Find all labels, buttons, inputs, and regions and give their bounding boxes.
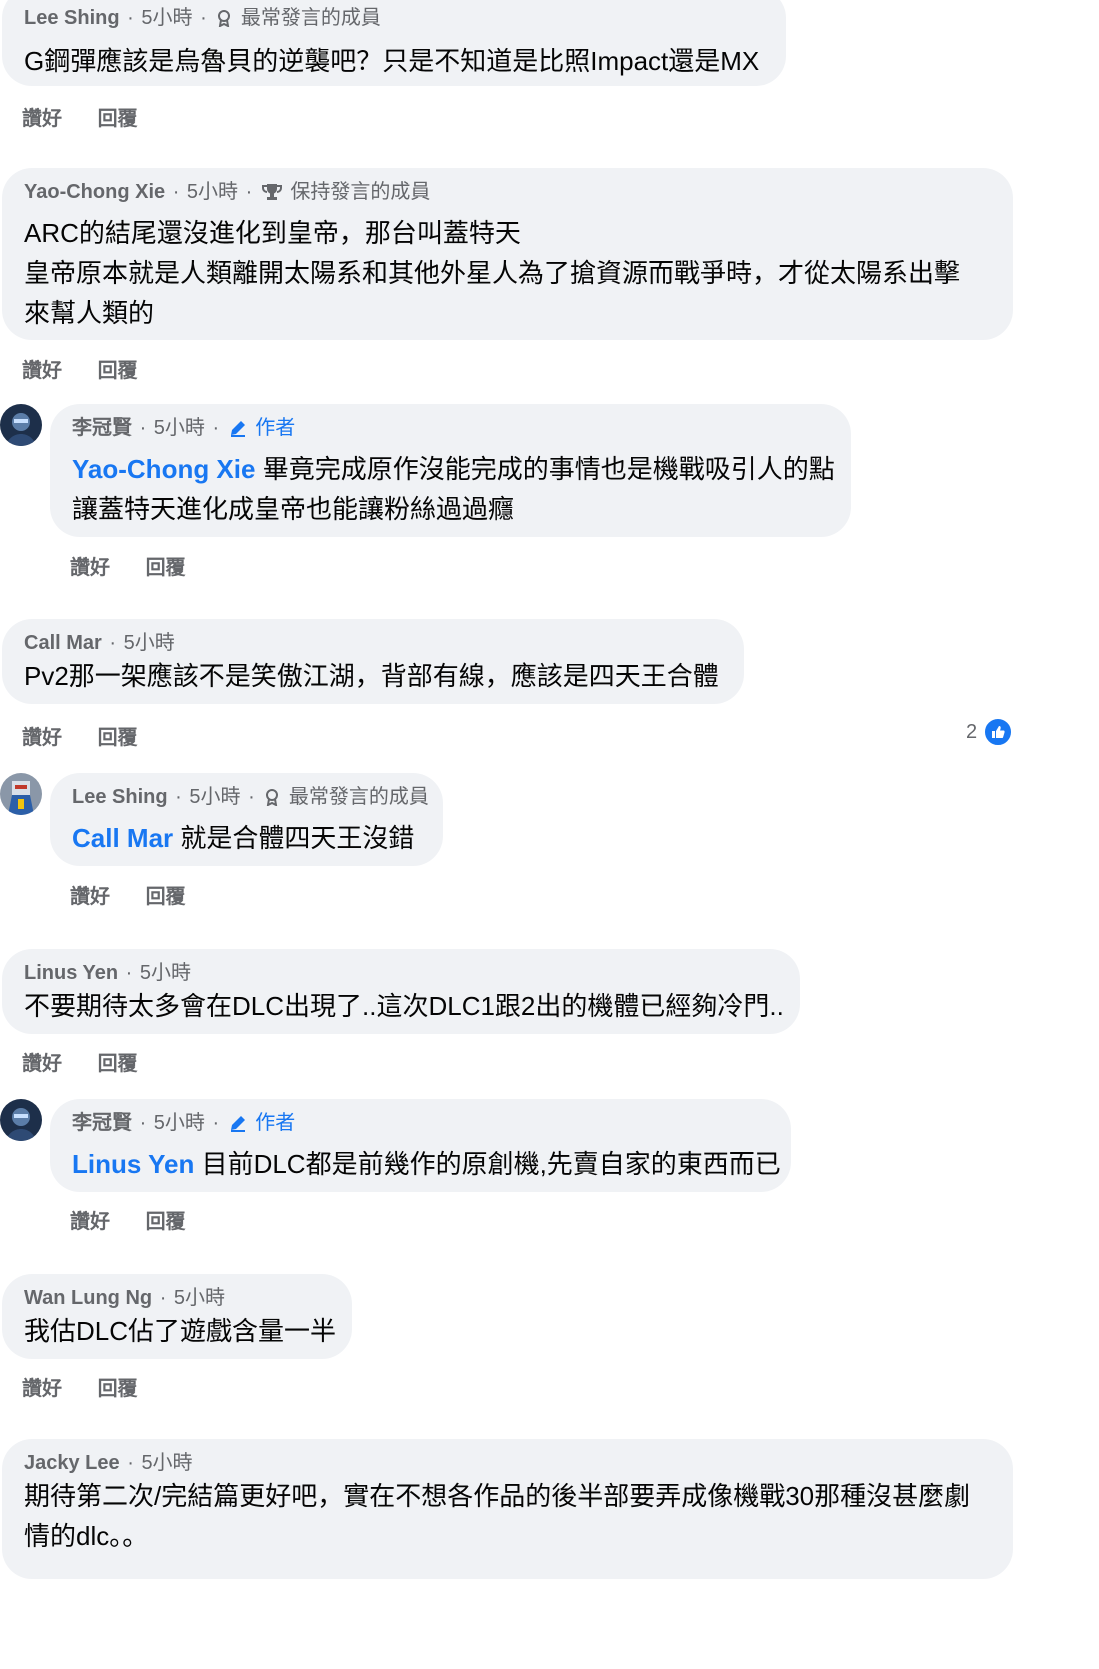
commenter-name[interactable]: Lee Shing — [72, 786, 168, 808]
pencil-icon — [229, 1114, 247, 1138]
comment-text: Pv2那一架應該不是笑傲江湖，背部有線，應該是四天王合體 — [24, 661, 719, 691]
comment-time[interactable]: 5小時 — [187, 181, 238, 203]
mention-link[interactable]: Linus Yen — [72, 1149, 194, 1179]
comment-text-line: 情的dlc。。 — [24, 1521, 149, 1551]
comment-time[interactable]: 5小時 — [140, 962, 191, 984]
reply-button[interactable]: 回覆 — [98, 721, 138, 750]
comment-text: 我估DLC佔了遊戲含量一半 — [24, 1316, 337, 1346]
comment-bubble: Call Mar · 5小時 Pv2那一架應該不是笑傲江湖，背部有線，應該是四天… — [2, 619, 744, 704]
like-button[interactable]: 讚好 — [70, 1205, 110, 1234]
comment-time[interactable]: 5小時 — [141, 1452, 192, 1474]
commenter-name[interactable]: Lee Shing — [24, 7, 120, 29]
like-button[interactable]: 讚好 — [70, 880, 110, 909]
comment-bubble: Lee Shing · 5小時 · 最常發言的成員 G鋼彈應該是烏魯貝的逆襲吧？… — [2, 0, 786, 86]
comment-time[interactable]: 5小時 — [124, 632, 175, 654]
comment-bubble: Lee Shing · 5小時 · 最常發言的成員 Call Mar 就是合體四… — [50, 773, 443, 866]
comment-bubble: 李冠賢 · 5小時 · 作者 Yao-Chong Xie 畢竟完成原作沒能完成的… — [50, 404, 851, 537]
commenter-name[interactable]: 李冠賢 — [72, 1112, 132, 1134]
reaction-count: 2 — [966, 720, 978, 743]
commenter-name[interactable]: Jacky Lee — [24, 1452, 120, 1474]
comment-bubble: Linus Yen · 5小時 不要期待太多會在DLC出現了..這次DLC1跟2… — [2, 949, 800, 1034]
like-button[interactable]: 讚好 — [22, 354, 62, 383]
reaction-summary[interactable]: 2 — [966, 717, 1014, 747]
comment-text-line: 期待第二次/完結篇更好吧，實在不想各作品的後半部要弄成像機戰30那種沒甚麼劇 — [24, 1481, 971, 1511]
commenter-name[interactable]: Yao-Chong Xie — [24, 181, 165, 203]
like-button[interactable]: 讚好 — [22, 1372, 62, 1401]
reply-button[interactable]: 回覆 — [146, 1205, 186, 1234]
comment-text: 目前DLC都是前幾作的原創機,先賣自家的東西而已 — [194, 1149, 781, 1179]
like-button[interactable]: 讚好 — [70, 551, 110, 580]
avatar[interactable] — [0, 404, 42, 446]
comment-time[interactable]: 5小時 — [189, 786, 240, 808]
comment-text: 不要期待太多會在DLC出現了..這次DLC1跟2出的機體已經夠冷門.. — [24, 991, 784, 1021]
reply-button[interactable]: 回覆 — [98, 354, 138, 383]
member-badge: 最常發言的成員 — [240, 7, 381, 29]
comment-text-line: 讓蓋特天進化成皇帝也能讓粉絲過過癮 — [72, 494, 515, 524]
commenter-name[interactable]: Wan Lung Ng — [24, 1287, 152, 1309]
member-badge: 保持發言的成員 — [290, 181, 431, 203]
reply-button[interactable]: 回覆 — [98, 102, 138, 131]
avatar[interactable] — [0, 1099, 42, 1141]
member-badge: 最常發言的成員 — [288, 786, 429, 808]
like-button[interactable]: 讚好 — [22, 102, 62, 131]
mention-link[interactable]: Yao-Chong Xie — [72, 454, 255, 484]
comment-text-line: 來幫人類的 — [24, 298, 155, 328]
comment-bubble: Jacky Lee · 5小時 期待第二次/完結篇更好吧，實在不想各作品的後半部… — [2, 1439, 1013, 1579]
reply-button[interactable]: 回覆 — [146, 880, 186, 909]
reply-button[interactable]: 回覆 — [146, 551, 186, 580]
comment-time[interactable]: 5小時 — [154, 417, 205, 439]
like-button[interactable]: 讚好 — [22, 721, 62, 750]
top-fan-badge-icon — [216, 9, 232, 33]
commenter-name[interactable]: Call Mar — [24, 632, 102, 654]
comment-bubble: Yao-Chong Xie · 5小時 · 保持發言的成員 ARC的結尾還沒進化… — [2, 168, 1013, 340]
author-badge: 作者 — [255, 417, 296, 439]
comment-text: 畢竟完成原作沒能完成的事情也是機戰吸引人的點 — [255, 454, 835, 484]
like-button[interactable]: 讚好 — [22, 1047, 62, 1076]
comment-bubble: Wan Lung Ng · 5小時 我估DLC佔了遊戲含量一半 — [2, 1274, 352, 1359]
top-fan-badge-icon — [264, 788, 280, 812]
reply-button[interactable]: 回覆 — [98, 1047, 138, 1076]
author-badge: 作者 — [255, 1112, 296, 1134]
comment-text: 就是合體四天王沒錯 — [173, 823, 415, 853]
reply-button[interactable]: 回覆 — [98, 1372, 138, 1401]
comment-text: G鋼彈應該是烏魯貝的逆襲吧？只是不知道是比照Impact還是MX — [24, 46, 760, 76]
comment-bubble: 李冠賢 · 5小時 · 作者 Linus Yen 目前DLC都是前幾作的原創機,… — [50, 1099, 791, 1192]
pencil-icon — [229, 419, 247, 443]
trophy-icon — [261, 183, 282, 207]
thumbs-up-icon — [983, 717, 1014, 747]
comment-time[interactable]: 5小時 — [174, 1287, 225, 1309]
commenter-name[interactable]: 李冠賢 — [72, 417, 132, 439]
comment-time[interactable]: 5小時 — [154, 1112, 205, 1134]
mention-link[interactable]: Call Mar — [72, 823, 173, 853]
comment-text-line: 皇帝原本就是人類離開太陽系和其他外星人為了搶資源而戰爭時，才從太陽系出擊 — [24, 258, 961, 288]
comment-text-line: ARC的結尾還沒進化到皇帝，那台叫蓋特天 — [24, 218, 521, 248]
avatar[interactable] — [0, 773, 42, 815]
comment-time[interactable]: 5小時 — [141, 7, 192, 29]
commenter-name[interactable]: Linus Yen — [24, 962, 118, 984]
